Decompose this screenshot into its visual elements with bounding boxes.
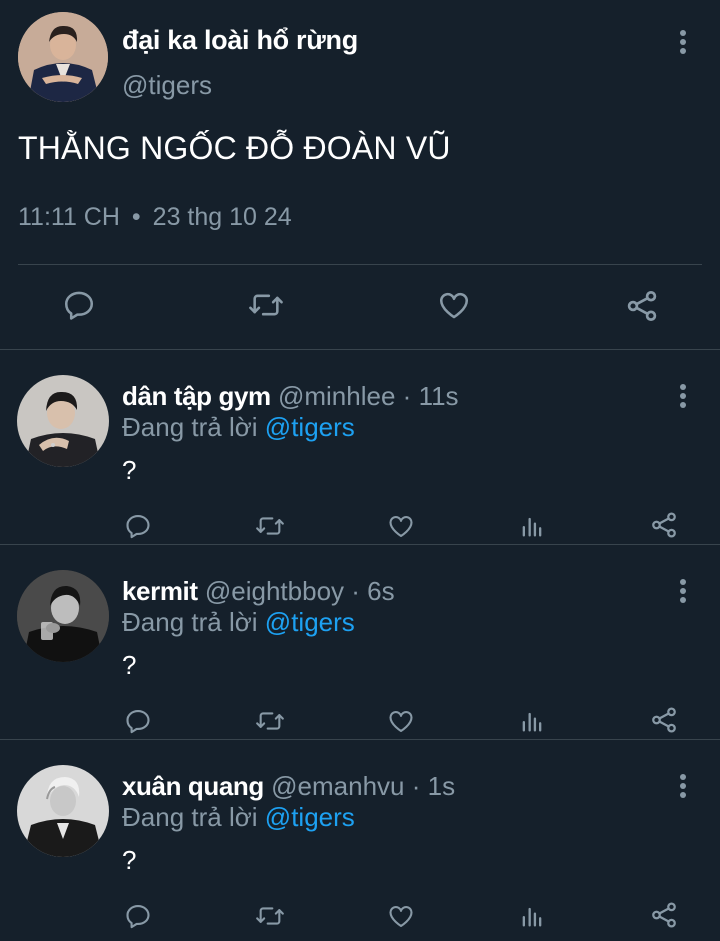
avatar[interactable]	[17, 375, 109, 467]
avatar[interactable]	[18, 12, 108, 102]
separator-dot: ·	[411, 771, 421, 801]
avatar[interactable]	[17, 765, 109, 857]
reply-time: 11s	[418, 381, 459, 411]
author-name[interactable]: đại ka loài hổ rừng	[122, 25, 358, 56]
tweet-time: 11:11 CH	[18, 203, 120, 231]
reply-icon[interactable]	[124, 707, 152, 735]
replying-to-label: Đang trả lời	[122, 412, 258, 442]
tweet-timestamp: 11:11 CH • 23 thg 10 24	[18, 203, 292, 232]
reply-header: dân tập gym @minhlee · 11s	[122, 381, 459, 412]
reply-tweet[interactable]: xuân quang @emanhvu · 1s Đang trả lời @t…	[0, 740, 720, 941]
share-icon[interactable]	[649, 510, 679, 540]
analytics-icon[interactable]	[518, 512, 546, 540]
meta-separator: ·	[405, 771, 428, 801]
tweet-text: THẰNG NGỐC ĐỖ ĐOÀN VŨ	[18, 130, 451, 166]
separator-dot: ·	[351, 576, 360, 606]
main-tweet: đại ka loài hổ rừng @tigers THẰNG NGỐC Đ…	[0, 0, 720, 350]
reply-icon[interactable]	[124, 902, 152, 930]
retweet-icon[interactable]	[254, 902, 286, 930]
mention-link[interactable]: @tigers	[265, 802, 355, 832]
more-options-icon[interactable]	[678, 577, 688, 605]
like-icon[interactable]	[436, 288, 472, 322]
replying-to-label: Đang trả lời	[122, 802, 258, 832]
like-icon[interactable]	[386, 902, 416, 930]
reply-tweet[interactable]: kermit @eightbboy · 6s Đang trả lời @tig…	[0, 545, 720, 740]
analytics-icon[interactable]	[518, 902, 546, 930]
avatar[interactable]	[17, 570, 109, 662]
mention-link[interactable]: @tigers	[265, 607, 355, 637]
mention-link[interactable]: @tigers	[265, 412, 355, 442]
separator-dot: ·	[402, 381, 412, 411]
reply-author-name[interactable]: xuân quang	[122, 771, 264, 801]
reply-author-name[interactable]: dân tập gym	[122, 381, 271, 411]
reply-header: xuân quang @emanhvu · 1s	[122, 771, 455, 802]
retweet-icon[interactable]	[247, 288, 285, 322]
replying-to: Đang trả lời @tigers	[122, 412, 355, 443]
more-options-icon[interactable]	[678, 772, 688, 800]
divider	[18, 264, 702, 265]
tweet-date: 23 thg 10 24	[152, 203, 292, 231]
reply-author-handle[interactable]: @emanhvu	[271, 771, 404, 801]
like-icon[interactable]	[386, 707, 416, 735]
retweet-icon[interactable]	[254, 512, 286, 540]
retweet-icon[interactable]	[254, 707, 286, 735]
reply-time: 6s	[367, 576, 395, 606]
reply-header: kermit @eightbboy · 6s	[122, 576, 395, 607]
replying-to: Đang trả lời @tigers	[122, 607, 355, 638]
reply-tweet[interactable]: dân tập gym @minhlee · 11s Đang trả lời …	[0, 350, 720, 545]
replying-to: Đang trả lời @tigers	[122, 802, 355, 833]
tweet-detail-page: đại ka loài hổ rừng @tigers THẰNG NGỐC Đ…	[0, 0, 720, 941]
meta-separator: ·	[395, 381, 418, 411]
analytics-icon[interactable]	[518, 707, 546, 735]
more-options-icon[interactable]	[678, 382, 688, 410]
more-options-icon[interactable]	[678, 28, 688, 56]
like-icon[interactable]	[386, 512, 416, 540]
reply-author-name[interactable]: kermit	[122, 576, 198, 606]
author-handle[interactable]: @tigers	[122, 70, 212, 101]
reply-text: ?	[122, 845, 137, 875]
replying-to-label: Đang trả lời	[122, 607, 258, 637]
reply-icon[interactable]	[124, 512, 152, 540]
reply-text: ?	[122, 650, 137, 680]
share-icon[interactable]	[649, 900, 679, 930]
reply-icon[interactable]	[62, 288, 96, 322]
share-icon[interactable]	[624, 288, 660, 324]
reply-author-handle[interactable]: @minhlee	[278, 381, 395, 411]
share-icon[interactable]	[649, 705, 679, 735]
reply-author-handle[interactable]: @eightbboy	[205, 576, 344, 606]
meta-separator: ·	[344, 576, 367, 606]
reply-time: 1s	[427, 771, 456, 801]
meta-separator: •	[131, 203, 141, 231]
reply-text: ?	[122, 455, 137, 485]
